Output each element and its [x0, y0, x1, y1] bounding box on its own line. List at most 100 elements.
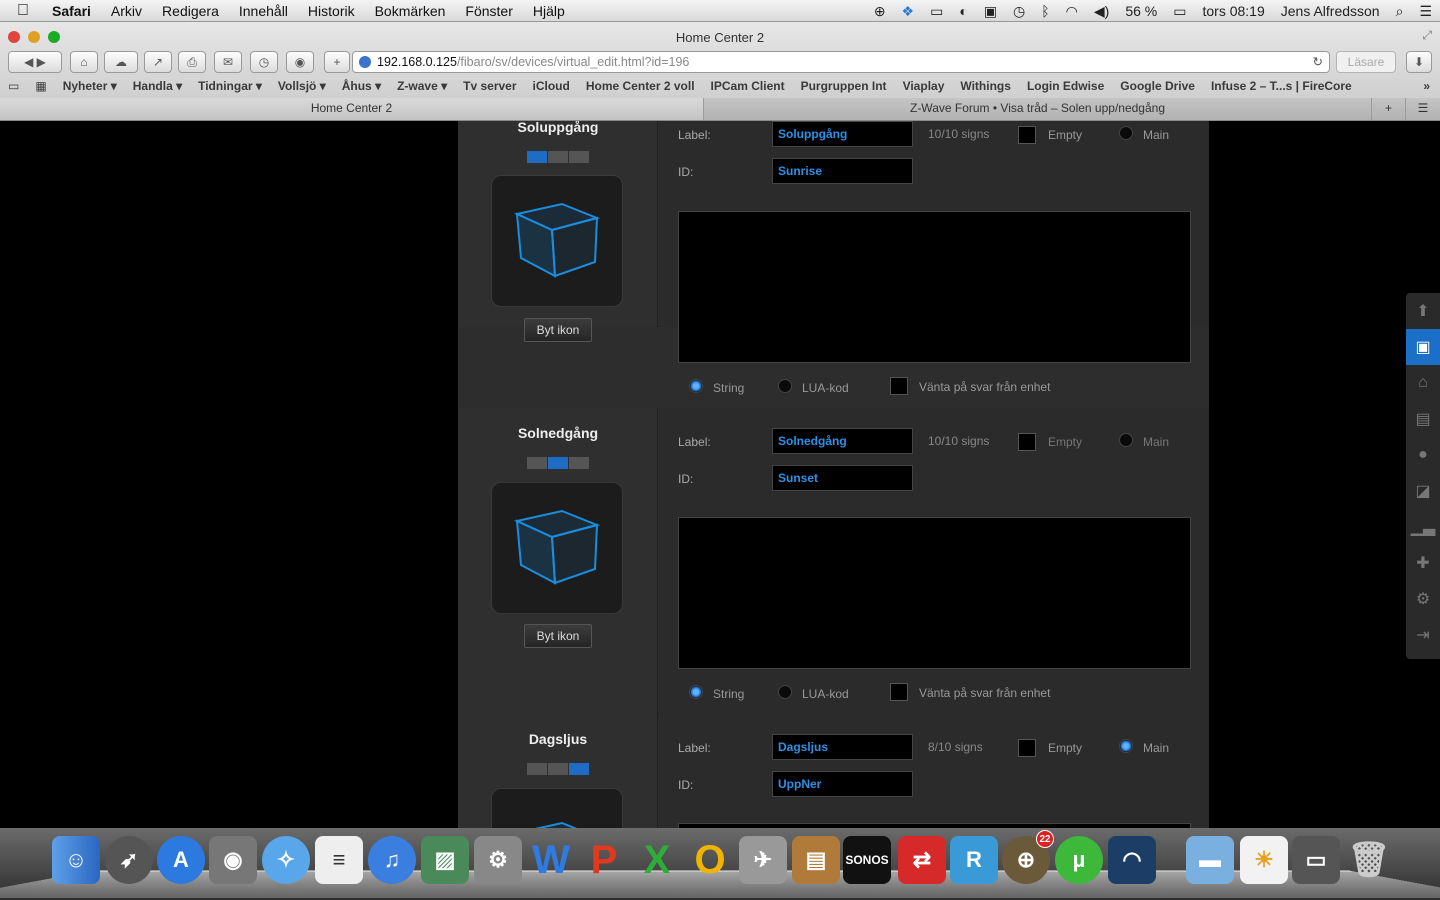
bookmark-item[interactable]: Tv server: [455, 79, 524, 93]
bookmark-item[interactable]: Vollsjö ▾: [270, 79, 334, 93]
bookmarks-overflow-icon[interactable]: »: [1415, 79, 1438, 93]
apple-icon[interactable]: : [0, 2, 46, 20]
arrow-up-icon[interactable]: ⬆: [1406, 293, 1440, 329]
bookmark-item[interactable]: Purgruppen Int: [793, 79, 895, 93]
bookmark-item[interactable]: Viaplay: [895, 79, 953, 93]
bookmark-item[interactable]: Home Center 2 voll: [578, 79, 703, 93]
powerpoint-icon[interactable]: P: [580, 836, 628, 884]
battery-icon[interactable]: ▭: [1165, 3, 1194, 20]
main-radio[interactable]: [1119, 126, 1133, 140]
fullscreen-icon[interactable]: ⤢: [1422, 28, 1432, 43]
outlook-icon[interactable]: O: [686, 836, 734, 884]
clock[interactable]: tors 08:19: [1194, 3, 1272, 19]
menu-hjalp[interactable]: Hjälp: [523, 3, 575, 19]
bookmark-item[interactable]: Tidningar ▾: [190, 79, 270, 93]
battery-percent[interactable]: 56 %: [1117, 3, 1165, 19]
wait-response-checkbox[interactable]: [890, 683, 908, 701]
cleaner-icon[interactable]: ▤: [792, 836, 840, 884]
logout-icon[interactable]: ⇥: [1406, 617, 1440, 653]
status-airplay-icon[interactable]: ▣: [976, 3, 1005, 20]
status-timemachine-icon[interactable]: ◷: [1005, 3, 1033, 20]
status-dropbox-icon[interactable]: ❖: [894, 3, 923, 20]
share-icon[interactable]: ↗: [144, 51, 172, 73]
extension-icon[interactable]: ◉: [286, 51, 314, 73]
tab-overview-icon[interactable]: ☰: [1406, 98, 1440, 120]
light-icon[interactable]: ●: [1406, 437, 1440, 473]
app-store-icon[interactable]: A: [157, 836, 205, 884]
excel-icon[interactable]: X: [633, 836, 681, 884]
weather-icon[interactable]: ☀: [1240, 836, 1288, 884]
status-volume-icon[interactable]: ◀): [1086, 3, 1117, 20]
id-input[interactable]: UppNer: [772, 771, 913, 797]
back-forward-button[interactable]: ◀ ▶: [8, 51, 62, 73]
device-icon-box[interactable]: [491, 482, 623, 614]
menu-arkiv[interactable]: Arkiv: [101, 3, 152, 19]
lua-radio[interactable]: [778, 685, 792, 699]
bookmark-item[interactable]: iCloud: [525, 79, 578, 93]
bookmark-item[interactable]: Google Drive: [1112, 79, 1203, 93]
menu-app-name[interactable]: Safari: [46, 3, 101, 19]
reading-list-icon[interactable]: ▭: [0, 79, 27, 93]
lua-radio[interactable]: [778, 379, 792, 393]
new-tab-icon[interactable]: +: [1372, 98, 1406, 120]
bookmark-item[interactable]: Z-wave ▾: [389, 79, 455, 93]
bookmark-item[interactable]: Login Edwise: [1019, 79, 1112, 93]
empty-checkbox[interactable]: [1018, 126, 1036, 144]
new-tab-button[interactable]: +: [324, 51, 350, 73]
chart-icon[interactable]: ▁▃: [1406, 509, 1440, 545]
main-radio[interactable]: [1119, 739, 1133, 753]
remote-desktop-icon[interactable]: ⇄: [898, 836, 946, 884]
top-sites-icon[interactable]: ▦: [27, 79, 54, 93]
menu-redigera[interactable]: Redigera: [152, 3, 229, 19]
system-preferences-icon[interactable]: ⚙: [474, 836, 522, 884]
status-cast-icon[interactable]: ▭: [922, 3, 951, 20]
word-icon[interactable]: W: [527, 836, 575, 884]
home-icon[interactable]: ⌂: [70, 51, 98, 73]
id-input[interactable]: Sunrise: [772, 158, 913, 184]
scope-icon[interactable]: ⊕ 22: [1002, 830, 1054, 884]
wait-response-checkbox[interactable]: [890, 377, 908, 395]
user-name[interactable]: Jens Alfredsson: [1273, 3, 1388, 19]
bookmark-item[interactable]: IPCam Client: [703, 79, 793, 93]
empty-checkbox[interactable]: [1018, 739, 1036, 757]
tab-zwave-forum[interactable]: Z-Wave Forum • Visa tråd – Solen upp/ned…: [704, 98, 1372, 120]
device-icon-box[interactable]: [491, 175, 623, 307]
menu-historik[interactable]: Historik: [298, 3, 365, 19]
reader-button[interactable]: Läsare: [1336, 51, 1396, 73]
code-textarea[interactable]: [678, 517, 1191, 669]
bookmark-item[interactable]: Withings: [952, 79, 1019, 93]
main-radio[interactable]: [1119, 433, 1133, 447]
rooms-icon[interactable]: ▤: [1406, 401, 1440, 437]
mail-icon[interactable]: ✉: [214, 51, 242, 73]
devices-icon[interactable]: ▭: [1292, 836, 1340, 884]
tab-home-center[interactable]: Home Center 2: [0, 98, 704, 120]
notification-center-icon[interactable]: ☰: [1411, 3, 1440, 20]
status-wifi-icon[interactable]: ◠: [1058, 3, 1086, 20]
trash-icon[interactable]: 🗑: [1345, 836, 1393, 884]
home-icon[interactable]: ⌂: [1406, 365, 1440, 401]
history-icon[interactable]: ◷: [250, 51, 278, 73]
string-radio[interactable]: [689, 685, 703, 699]
id-input[interactable]: Sunset: [772, 465, 913, 491]
reload-icon[interactable]: ↻: [1313, 52, 1323, 72]
plugin-icon[interactable]: ✚: [1406, 545, 1440, 581]
status-toggle-icon[interactable]: ◐: [951, 3, 975, 19]
byt-ikon-button[interactable]: Byt ikon: [524, 624, 592, 648]
bookmark-item[interactable]: Nyheter ▾: [55, 79, 125, 93]
string-radio[interactable]: [689, 379, 703, 393]
label-input[interactable]: Solnedgång: [772, 428, 913, 454]
utorrent-icon[interactable]: µ: [1055, 836, 1103, 884]
menu-innehall[interactable]: Innehåll: [229, 3, 298, 19]
status-bluetooth-icon[interactable]: ᛒ: [1033, 3, 1057, 19]
scenes-icon[interactable]: ◪: [1406, 473, 1440, 509]
empty-checkbox[interactable]: [1018, 433, 1036, 451]
print-icon[interactable]: ⎙: [178, 51, 206, 73]
bookmark-item[interactable]: Åhus ▾: [334, 79, 389, 93]
save-icon[interactable]: ▣: [1406, 329, 1440, 365]
iphoto-icon[interactable]: ▨: [421, 836, 469, 884]
byt-ikon-button[interactable]: Byt ikon: [524, 318, 592, 342]
wifi-scanner-icon[interactable]: ◠: [1108, 836, 1156, 884]
finder-icon[interactable]: ☺: [52, 836, 100, 884]
status-crosshair-icon[interactable]: ⊕: [866, 3, 894, 20]
label-input[interactable]: Soluppgång: [772, 121, 913, 147]
